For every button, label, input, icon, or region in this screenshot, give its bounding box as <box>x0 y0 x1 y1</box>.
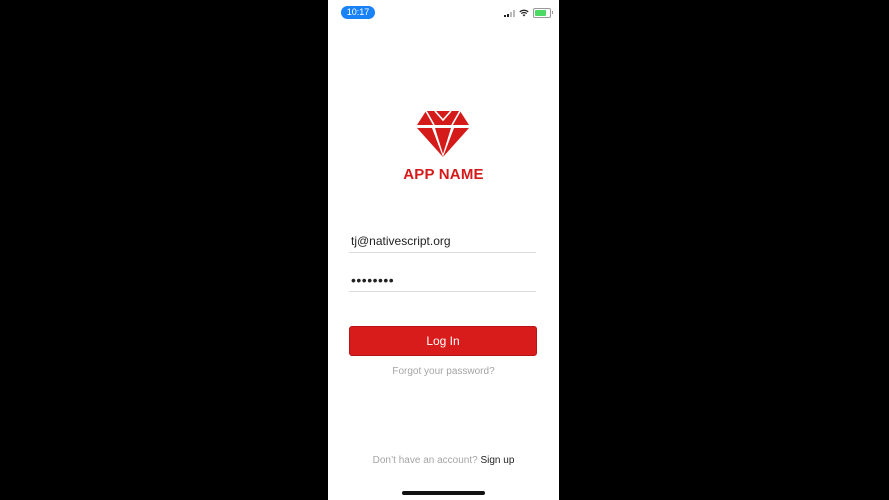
status-icons <box>504 8 553 18</box>
forgot-password-link[interactable]: Forgot your password? <box>328 366 559 377</box>
phone-screen: 10:17 APP NAME tj@nativescript.org Log I… <box>328 0 559 500</box>
app-name-title: APP NAME <box>403 166 484 183</box>
status-time[interactable]: 10:17 <box>341 6 375 19</box>
signup-prompt: Don’t have an account? <box>372 455 478 466</box>
email-input[interactable] <box>349 232 538 250</box>
diamond-gem-icon <box>417 110 469 157</box>
battery-charging-icon <box>533 8 553 18</box>
status-bar: 10:17 <box>328 0 559 26</box>
signup-line: Don’t have an account? Sign up <box>328 455 559 466</box>
home-indicator[interactable] <box>402 491 485 495</box>
login-button[interactable]: Log In <box>349 326 537 356</box>
email-field[interactable] <box>349 232 538 253</box>
signup-link[interactable]: Sign up <box>480 455 514 466</box>
password-input[interactable] <box>349 271 538 289</box>
password-field[interactable] <box>349 271 538 292</box>
wifi-icon <box>519 9 529 17</box>
cellular-signal-icon <box>504 9 515 17</box>
